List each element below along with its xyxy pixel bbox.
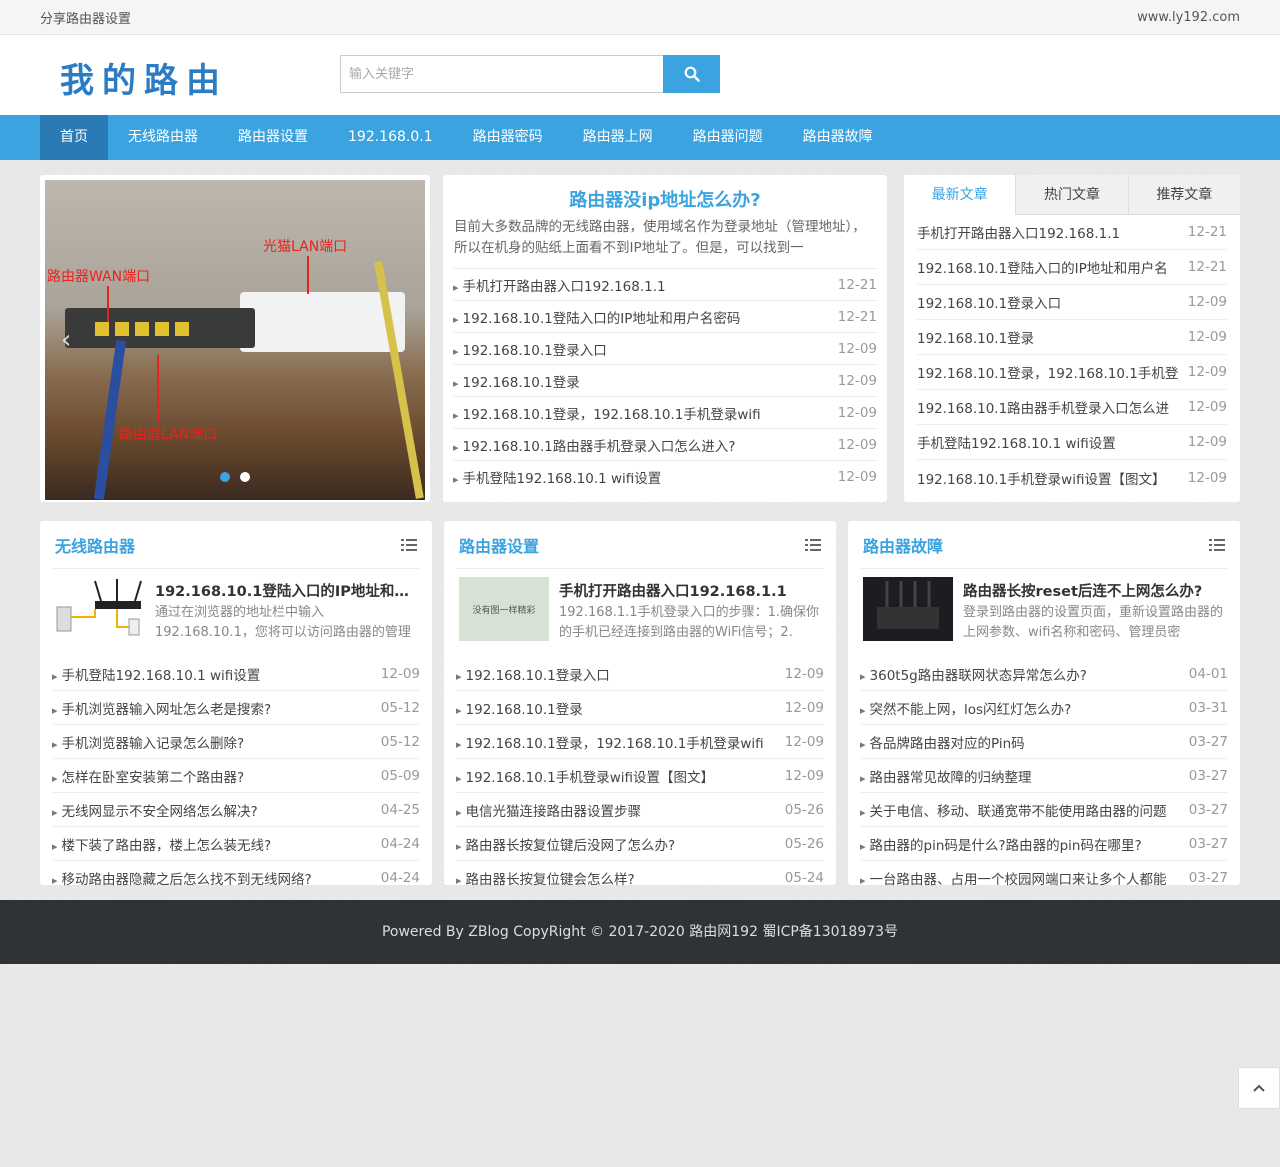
list-item[interactable]: 手机打开路由器入口192.168.1.112-21 [453,269,877,301]
site-url-link[interactable]: www.ly192.com [1137,10,1240,25]
headline-list: 手机打开路由器入口192.168.1.112-21 192.168.10.1登陆… [453,268,877,493]
list-item[interactable]: 手机浏览器输入记录怎么删除?05-12 [52,725,420,759]
list-item[interactable]: 192.168.10.1登录，192.168.10.1手机登 12-09 [917,355,1227,390]
list-item[interactable]: 手机登陆192.168.10.1 wifi设置12-09 [52,657,420,691]
category-box-router-settings: 路由器设置 没有图一样精彩 手机打开路由器入口192.168.1.1 192.1… [444,521,836,888]
category-title[interactable]: 路由器故障 [863,533,943,557]
list-item[interactable]: 楼下装了路由器，楼上怎么装无线?04-24 [52,827,420,861]
nav-item-router-questions[interactable]: 路由器问题 [673,115,783,160]
list-item[interactable]: 移动路由器隐藏之后怎么找不到无线网络?04-24 [52,861,420,895]
tab-popular[interactable]: 热门文章 [1015,175,1128,215]
list-item[interactable]: 360t5g路由器联网状态异常怎么办?04-01 [860,657,1228,691]
featured-title[interactable]: 手机打开路由器入口192.168.1.1 [559,581,824,603]
tab-latest[interactable]: 最新文章 [904,175,1016,215]
headline-title[interactable]: 路由器没ip地址怎么办? [569,190,761,211]
list-item[interactable]: 路由器长按复位键后没网了怎么办?05-26 [456,827,824,861]
list-item[interactable]: 192.168.10.1登录12-09 [453,365,877,397]
list-icon[interactable] [1209,538,1225,552]
list-item[interactable]: 各品牌路由器对应的Pin码03-27 [860,725,1228,759]
category-title[interactable]: 无线路由器 [55,533,135,557]
slide-image[interactable]: 光猫LAN端口 路由器WAN端口 路由器LAN端口 ‹ [45,180,425,500]
slide-label-cat-lan: 光猫LAN端口 [263,239,348,255]
list-item[interactable]: 突然不能上网，los闪红灯怎么办?03-31 [860,691,1228,725]
list-item[interactable]: 路由器的pin码是什么?路由器的pin码在哪里?03-27 [860,827,1228,861]
list-icon[interactable] [805,538,821,552]
search-input[interactable] [340,55,663,93]
featured-desc: 192.168.1.1手机登录入口的步骤：1.确保你的手机已经连接到路由器的Wi… [559,605,819,640]
slide-label-router-lan: 路由器LAN端口 [119,427,218,443]
list-item[interactable]: 192.168.10.1登录入口12-09 [453,333,877,365]
slider-dot[interactable] [220,472,230,482]
list-item[interactable]: 手机登陆192.168.10.1 wifi设置12-09 [917,425,1227,460]
featured-desc: 通过在浏览器的地址栏中输入192.168.10.1，您将可以访问路由器的管理界面… [155,605,411,640]
nav-item-router-password[interactable]: 路由器密码 [453,115,563,160]
nav-item-router-internet[interactable]: 路由器上网 [563,115,673,160]
list-item[interactable]: 路由器常见故障的归纳整理03-27 [860,759,1228,793]
list-item[interactable]: 电信光猫连接路由器设置步骤05-26 [456,793,824,827]
list-item[interactable]: 手机打开路由器入口192.168.1.112-21 [917,215,1227,250]
featured-thumbnail[interactable] [55,577,145,641]
list-item[interactable]: 192.168.10.1登录，192.168.10.1手机登录wifi12-09 [456,725,824,759]
chevron-up-icon [1253,1084,1265,1092]
footer: Powered By ZBlog CopyRight © 2017-2020 路… [0,900,1280,964]
list-item[interactable]: 192.168.10.1登陆入口的IP地址和用户名密码12-21 [453,301,877,333]
list-item[interactable]: 怎样在卧室安装第二个路由器?05-09 [52,759,420,793]
list-item[interactable]: 192.168.10.1手机登录wifi设置【图文】12-09 [917,460,1227,495]
search-icon [684,66,700,82]
nav-item-router-faults[interactable]: 路由器故障 [783,115,893,160]
list-item[interactable]: 手机浏览器输入网址怎么老是搜索?05-12 [52,691,420,725]
back-to-top-button[interactable] [1238,1067,1280,1109]
slider-prev-icon[interactable]: ‹ [61,325,71,355]
slider-dots [220,472,250,482]
search-form [340,55,720,93]
list-item[interactable]: 192.168.10.1手机登录wifi设置【图文】12-09 [456,759,824,793]
featured-thumbnail[interactable]: 没有图一样精彩 [459,577,549,641]
list-item[interactable]: 192.168.10.1登录入口12-09 [917,285,1227,320]
tab-recommended[interactable]: 推荐文章 [1127,175,1240,215]
nav-item-router-settings[interactable]: 路由器设置 [218,115,328,160]
list-item[interactable]: 192.168.10.1登录入口12-09 [456,657,824,691]
site-slogan: 分享路由器设置 [40,12,132,27]
list-item[interactable]: 192.168.10.1路由器手机登录入口怎么进入?12-09 [453,429,877,461]
list-item[interactable]: 一台路由器、占用一个校园网端口来让多个人都能03-27 [860,861,1228,895]
nav-item-wireless-router[interactable]: 无线路由器 [108,115,218,160]
article-tabs-box: 最新文章 热门文章 推荐文章 手机打开路由器入口192.168.1.1 12-21… [904,175,1240,502]
slider-dot[interactable] [240,472,250,482]
list-item[interactable]: 192.168.10.1登陆入口的IP地址和用户名 12-21 [917,250,1227,285]
nav-item-home[interactable]: 首页 [40,115,108,160]
list-item[interactable]: 192.168.10.1登录12-09 [917,320,1227,355]
headline-desc: 目前大多数品牌的无线路由器，使用域名作为登录地址（管理地址），所以在机身的贴纸上… [454,219,866,256]
featured-desc: 登录到路由器的设置页面，重新设置路由器的上网参数、wifi名称和密码、管理员密 [963,605,1224,640]
header: 我的路由 [0,35,1280,115]
list-item[interactable]: 无线网显示不安全网络怎么解决?04-25 [52,793,420,827]
category-title[interactable]: 路由器设置 [459,533,539,557]
article-tabs: 最新文章 热门文章 推荐文章 [904,175,1240,215]
headline-box: 路由器没ip地址怎么办? 目前大多数品牌的无线路由器，使用域名作为登录地址（管理… [443,175,887,502]
featured-title[interactable]: 路由器长按reset后连不上网怎么办? [963,581,1228,603]
search-button[interactable] [663,55,720,93]
list-icon[interactable] [401,538,417,552]
list-item[interactable]: 关于电信、移动、联通宽带不能使用路由器的问题03-27 [860,793,1228,827]
footer-copyright: Powered By ZBlog CopyRight © 2017-2020 路… [381,924,899,940]
category-box-router-faults: 路由器故障 路由器长按reset后连不上网怎么办? 登录到路由器的设置页面，重新… [848,521,1240,888]
featured-title[interactable]: 192.168.10.1登陆入口的IP地址和用户名密码 [155,581,420,603]
site-logo[interactable]: 我的路由 [60,53,228,102]
list-item[interactable]: 192.168.10.1登录12-09 [456,691,824,725]
list-item[interactable]: 192.168.10.1路由器手机登录入口怎么进 12-09 [917,390,1227,425]
list-item[interactable]: 路由器长按复位键会怎么样?05-24 [456,861,824,895]
nav-item-192-168-0-1[interactable]: 192.168.0.1 [328,115,453,160]
category-box-wireless-router: 无线路由器 192.168.10.1登陆入口的IP地址和用户名密码 通过在浏览器… [40,521,432,888]
image-slider: 光猫LAN端口 路由器WAN端口 路由器LAN端口 ‹ [40,175,430,502]
featured-thumbnail[interactable] [863,577,953,641]
main-nav: 首页 无线路由器 路由器设置 192.168.0.1 路由器密码 路由器上网 路… [0,115,1280,160]
slide-label-wan: 路由器WAN端口 [47,269,151,285]
list-item[interactable]: 192.168.10.1登录，192.168.10.1手机登录wifi12-09 [453,397,877,429]
top-bar: 分享路由器设置 www.ly192.com [0,0,1280,35]
tab-article-list: 手机打开路由器入口192.168.1.1 12-21 192.168.10.1登陆… [904,215,1240,495]
list-item[interactable]: 手机登陆192.168.10.1 wifi设置12-09 [453,461,877,493]
